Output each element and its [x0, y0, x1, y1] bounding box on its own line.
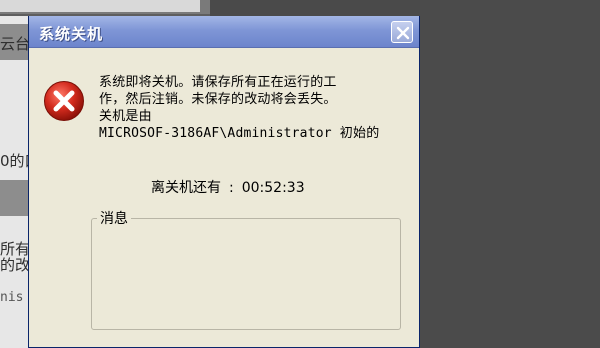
- message-content: [100, 233, 392, 321]
- countdown: 离关机还有:00:52:33: [151, 177, 305, 197]
- dialog-titlebar[interactable]: 系统关机: [29, 16, 419, 48]
- dialog-title: 系统关机: [39, 25, 104, 43]
- countdown-separator: :: [229, 180, 234, 196]
- message-group-label: 消息: [97, 208, 131, 228]
- message-groupbox: [91, 218, 401, 330]
- countdown-value: 00:52:33: [241, 180, 305, 196]
- countdown-label: 离关机还有: [151, 180, 221, 196]
- background-toolbar: [0, 0, 210, 16]
- message-line: MICROSOF-3186AF\Administrator 初始的: [99, 126, 380, 141]
- message-line: 关机是由: [99, 109, 152, 124]
- close-button[interactable]: [391, 21, 413, 43]
- message-line: 系统即将关机。请保存所有正在运行的工: [99, 75, 337, 90]
- shutdown-dialog: 系统关机 系统即将关机。请保存所有正在运行的工 作，然后注销。未保存的改动将会丢…: [28, 16, 420, 348]
- error-icon: [44, 81, 84, 121]
- shutdown-message: 系统即将关机。请保存所有正在运行的工 作，然后注销。未保存的改动将会丢失。 关机…: [99, 74, 417, 142]
- message-line: 作，然后注销。未保存的改动将会丢失。: [99, 92, 337, 107]
- close-icon: [396, 26, 410, 40]
- background-right: [420, 0, 600, 348]
